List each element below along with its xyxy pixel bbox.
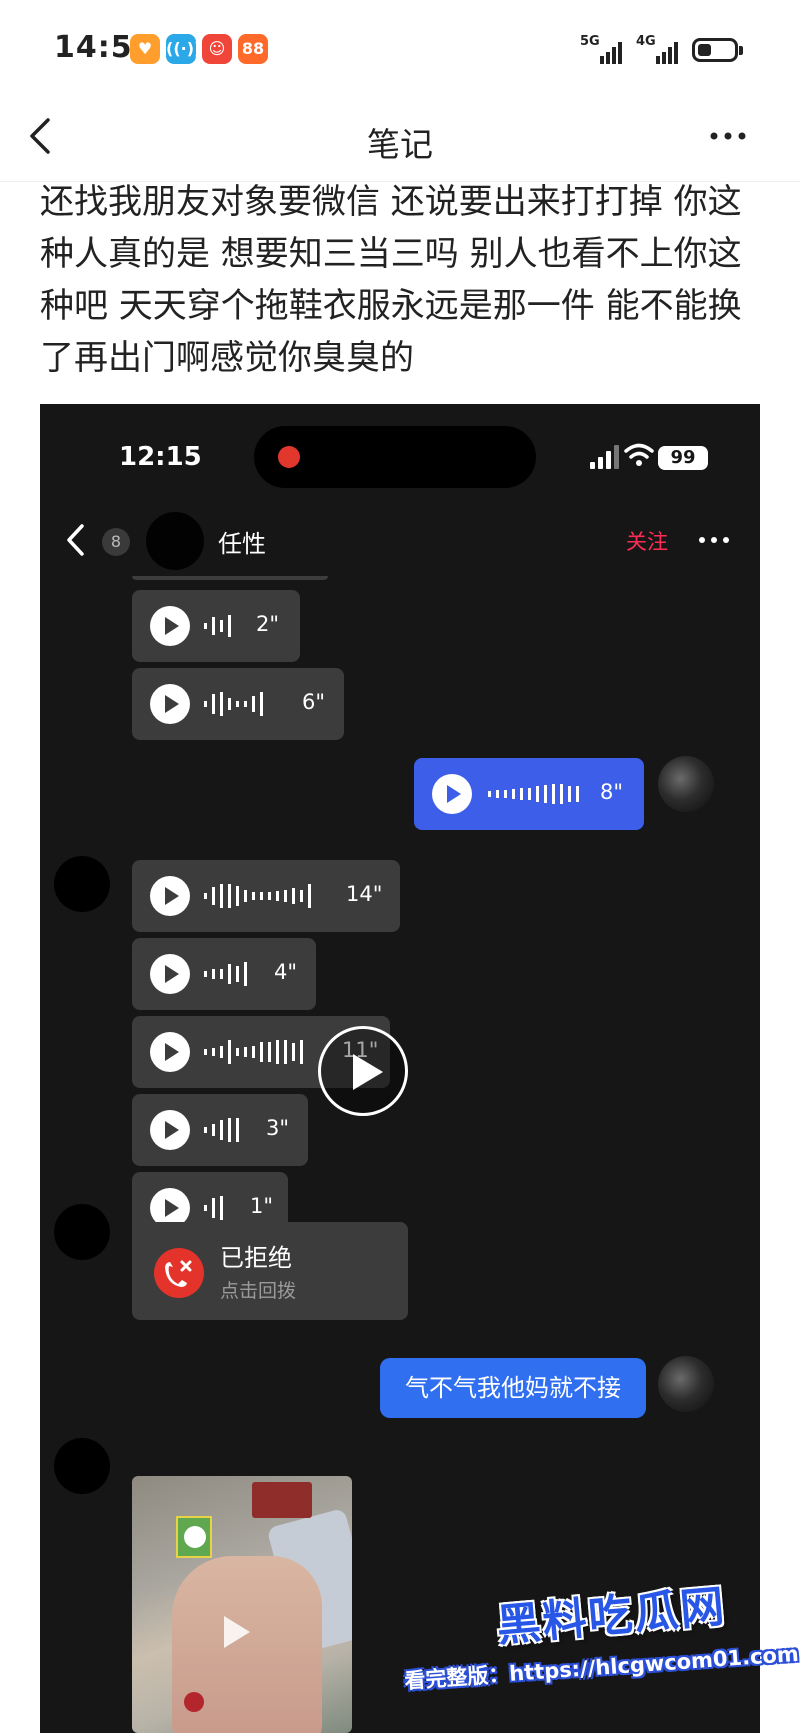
recording-dot-icon <box>278 446 300 468</box>
chat-header: 8 任性 关注 <box>40 506 760 576</box>
more-dots-icon <box>710 132 746 140</box>
play-icon <box>150 876 190 916</box>
wifi-icon <box>624 443 654 466</box>
heart-app-icon: ♥ <box>130 34 160 64</box>
waveform-icon <box>204 1040 303 1064</box>
voice-message[interactable]: 6" <box>132 668 344 740</box>
screenshot-status-time: 12:15 <box>119 442 202 472</box>
partial-message-bubble <box>132 576 328 580</box>
signal-5g-icon: 5G <box>580 34 624 64</box>
declined-call-bubble[interactable]: 已拒绝 点击回拨 <box>132 1222 408 1320</box>
nav-bar: 笔记 <box>0 100 800 182</box>
waveform-icon <box>204 884 311 908</box>
photo-message[interactable] <box>132 1476 352 1733</box>
grid-app-icon: 88 <box>238 34 268 64</box>
battery-icon <box>692 38 743 62</box>
chevron-left-icon[interactable] <box>64 522 88 558</box>
contact-avatar[interactable] <box>54 1204 110 1260</box>
chat-screenshot-image[interactable]: 12:15 99 8 任性 关注 2" 6" 8" 14" 4" 11" 3" … <box>40 404 760 1733</box>
waveform-icon <box>204 1118 239 1142</box>
dynamic-island <box>254 426 536 488</box>
note-body-text: 还找我朋友对象要微信 还说要出来打打掉 你这种人真的是 想要知三当三吗 别人也看… <box>40 182 742 378</box>
chevron-left-icon <box>30 118 50 154</box>
video-play-button[interactable] <box>318 1026 408 1116</box>
contact-name: 任性 <box>218 530 266 558</box>
voice-message[interactable]: 2" <box>132 590 300 662</box>
play-icon <box>150 1032 190 1072</box>
clown-app-icon: ☺ <box>202 34 232 64</box>
voice-message[interactable]: 14" <box>132 860 400 932</box>
play-icon <box>150 1110 190 1150</box>
text-message-sent[interactable]: 气不气我他妈就不接 <box>380 1358 646 1418</box>
waveform-icon <box>204 615 231 637</box>
contact-avatar[interactable] <box>54 1438 110 1494</box>
back-button[interactable] <box>22 114 62 158</box>
voice-message[interactable]: 3" <box>132 1094 308 1166</box>
signal-app-icon: ((·)) <box>166 34 201 64</box>
voice-message[interactable]: 4" <box>132 938 316 1010</box>
sticker-icon <box>176 1516 212 1558</box>
cellular-signal-icon <box>590 445 619 469</box>
play-icon <box>150 954 190 994</box>
play-icon <box>150 684 190 724</box>
voice-duration: 8" <box>600 780 624 804</box>
voice-message-sent[interactable]: 8" <box>414 758 644 830</box>
more-button[interactable] <box>704 118 756 154</box>
voice-duration: 6" <box>302 690 326 714</box>
signal-4g-icon: 4G <box>636 34 680 64</box>
waveform-icon <box>204 1196 223 1220</box>
voice-duration: 4" <box>274 960 298 984</box>
waveform-icon <box>488 784 579 804</box>
waveform-icon <box>204 962 247 986</box>
waveform-icon <box>204 692 263 716</box>
play-icon <box>432 774 472 814</box>
play-icon <box>353 1054 383 1090</box>
voice-duration: 14" <box>346 882 383 906</box>
play-icon <box>224 1616 250 1648</box>
voice-duration: 1" <box>250 1194 274 1218</box>
voice-duration: 3" <box>266 1116 290 1140</box>
my-avatar[interactable] <box>658 1356 714 1412</box>
play-icon <box>150 606 190 646</box>
contact-avatar[interactable] <box>146 512 204 570</box>
call-back-hint: 点击回拨 <box>220 1280 297 1302</box>
voice-duration: 2" <box>256 612 280 636</box>
more-dots-icon[interactable] <box>694 528 734 552</box>
unread-count-badge: 8 <box>102 528 130 556</box>
my-avatar[interactable] <box>658 756 714 812</box>
declined-call-icon <box>154 1248 204 1298</box>
page-title: 笔记 <box>367 125 433 164</box>
status-bar: 14:54 ♥ ((·)) ☺ 88 5G 4G <box>0 0 800 100</box>
follow-button[interactable]: 关注 <box>626 526 668 556</box>
contact-avatar[interactable] <box>54 856 110 912</box>
call-status: 已拒绝 <box>220 1244 292 1272</box>
screenshot-battery: 99 <box>658 446 708 470</box>
